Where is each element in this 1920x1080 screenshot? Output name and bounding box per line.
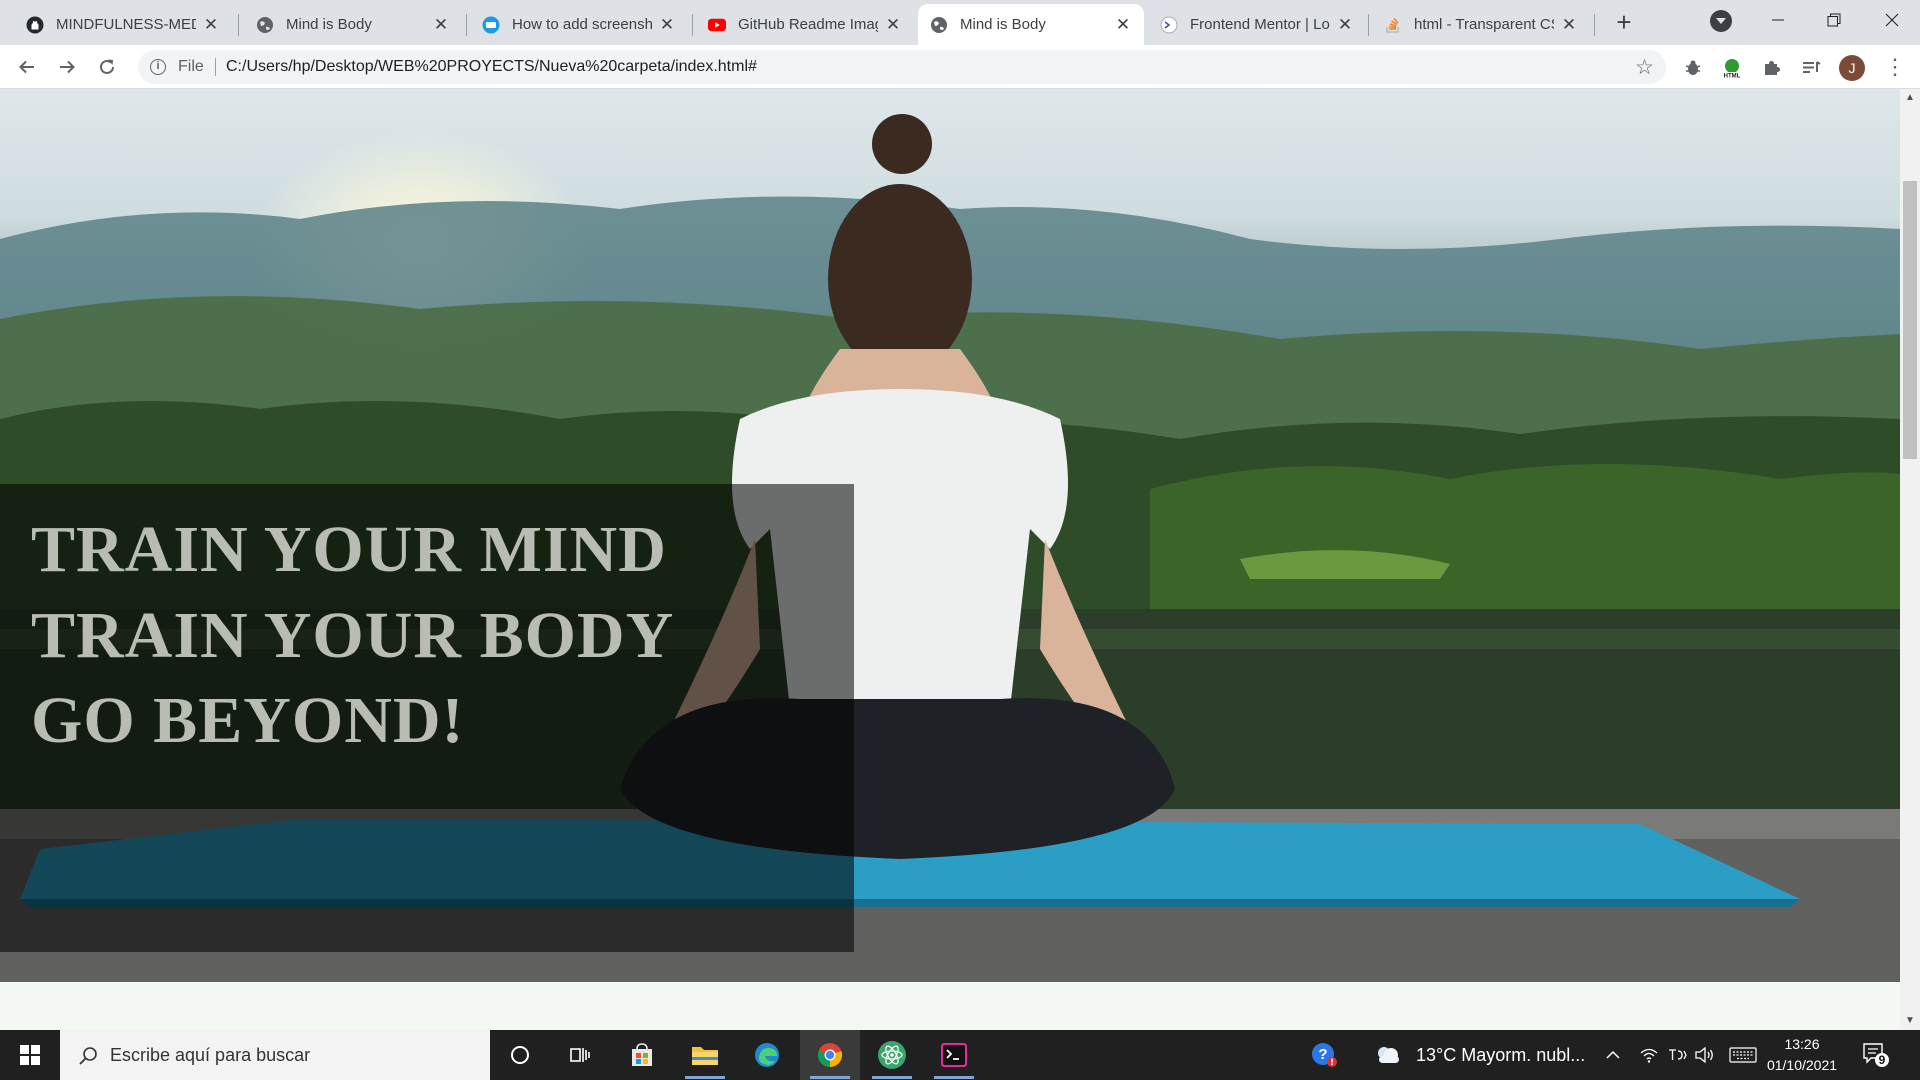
search-icon	[79, 1047, 97, 1065]
extensions-puzzle-icon[interactable]	[1761, 57, 1783, 79]
tab-title: How to add screenshot	[512, 16, 652, 33]
youtube-icon	[708, 16, 726, 34]
tab-divider	[692, 14, 693, 36]
reload-icon[interactable]	[92, 52, 122, 82]
close-icon[interactable]: ✕	[1336, 15, 1354, 35]
weather-text[interactable]: 13°C Mayorm. nubl...	[1416, 1045, 1585, 1066]
tab-title: Mind is Body	[286, 16, 372, 33]
close-icon[interactable]: ✕	[1560, 15, 1578, 35]
github-icon	[26, 16, 44, 34]
slogan-overlay: TRAIN YOUR MIND TRAIN YOUR BODY GO BEYON…	[0, 484, 854, 952]
globe-icon	[930, 16, 948, 34]
help-icon[interactable]: ?	[1302, 1030, 1346, 1080]
tab-title: html - Transparent CSS	[1414, 16, 1554, 33]
restore-icon[interactable]	[1806, 0, 1862, 40]
hero-image: TRAIN YOUR MIND TRAIN YOUR BODY GO BEYON…	[0, 89, 1900, 982]
wifi-icon[interactable]	[1636, 1030, 1662, 1080]
tutorial-site-icon	[482, 16, 500, 34]
tab-divider	[1368, 14, 1369, 36]
edge-browser-icon[interactable]	[737, 1030, 797, 1080]
tab-search-icon[interactable]	[1710, 10, 1732, 32]
tab-mind-is-body[interactable]: Mind is Body ✕	[244, 4, 462, 45]
windows-taskbar: Escribe aquí para buscar ? 13°C Mayorm. …	[0, 1030, 1920, 1080]
svg-text:HTML: HTML	[1724, 74, 1741, 80]
stackoverflow-icon	[1384, 16, 1402, 34]
page-scrollbar[interactable]: ▲ ▼	[1900, 89, 1920, 1030]
touch-keyboard-icon[interactable]	[1726, 1030, 1760, 1080]
tab-title: Mind is Body	[960, 16, 1046, 33]
tab-strip: MINDFULNESS-MEDITATION ✕ Mind is Body ✕ …	[0, 0, 1920, 45]
tab-title: MINDFULNESS-MEDITATION	[56, 16, 196, 33]
close-icon[interactable]: ✕	[202, 15, 220, 35]
scheme-divider	[215, 58, 216, 76]
svg-text:?: ?	[1318, 1046, 1327, 1063]
frontend-mentor-icon	[1160, 16, 1178, 34]
address-bar[interactable]: i File C:/Users/hp/Desktop/WEB%20PROYECT…	[138, 50, 1666, 84]
close-icon[interactable]: ✕	[884, 15, 902, 35]
tab-github[interactable]: MINDFULNESS-MEDITATION ✕	[14, 4, 232, 45]
scheme-label: File	[178, 58, 204, 75]
close-window-icon[interactable]	[1864, 0, 1920, 40]
reading-list-icon[interactable]	[1800, 57, 1822, 79]
slogan-line-3: GO BEYOND!	[31, 684, 465, 757]
cloudy-weather-icon[interactable]	[1366, 1030, 1410, 1080]
windows-start-icon[interactable]	[0, 1030, 60, 1080]
clock-time: 13:26	[1784, 1036, 1820, 1052]
tab-github-readme-images[interactable]: GitHub Readme Images ✕	[696, 4, 914, 45]
slogan-line-2: TRAIN YOUR BODY	[31, 599, 675, 672]
globe-icon	[256, 16, 274, 34]
search-placeholder: Escribe aquí para buscar	[110, 1045, 311, 1065]
system-clock[interactable]: 13:26 01/10/2021	[1762, 1034, 1842, 1076]
profile-avatar[interactable]: J	[1839, 55, 1865, 81]
atom-editor-icon[interactable]	[862, 1030, 922, 1080]
tab-how-to-add-screenshot[interactable]: How to add screenshot ✕	[470, 4, 688, 45]
file-explorer-icon[interactable]	[675, 1030, 735, 1080]
html-validator-extension-icon[interactable]: HTML	[1721, 57, 1743, 79]
tab-divider	[466, 14, 467, 36]
tab-mind-is-body-active[interactable]: Mind is Body ✕	[918, 4, 1144, 45]
cortana-icon[interactable]	[490, 1030, 550, 1080]
taskbar-search-box[interactable]: Escribe aquí para buscar	[60, 1030, 490, 1080]
tab-divider	[1594, 14, 1595, 36]
notification-count: 9	[1878, 1053, 1886, 1067]
tab-divider	[238, 14, 239, 36]
terminal-icon[interactable]	[924, 1030, 984, 1080]
minimize-icon[interactable]	[1750, 0, 1806, 40]
bookmark-star-icon[interactable]: ☆	[1635, 55, 1654, 80]
scroll-down-arrow-icon[interactable]: ▼	[1900, 1012, 1920, 1030]
clock-date: 01/10/2021	[1766, 1057, 1838, 1073]
browser-menu-icon[interactable]: ⋮	[1884, 55, 1906, 81]
volume-icon[interactable]	[1692, 1030, 1718, 1080]
url-text[interactable]: C:/Users/hp/Desktop/WEB%20PROYECTS/Nueva…	[226, 58, 757, 76]
browser-toolbar: i File C:/Users/hp/Desktop/WEB%20PROYECT…	[0, 45, 1920, 89]
show-hidden-icons-chevron-icon[interactable]	[1600, 1030, 1626, 1080]
bug-extension-icon[interactable]	[1682, 57, 1704, 79]
tab-title: GitHub Readme Images	[738, 16, 878, 33]
site-info-icon[interactable]: i	[150, 59, 166, 75]
tab-title: Frontend Mentor | Login	[1190, 16, 1330, 33]
close-icon[interactable]: ✕	[1114, 15, 1132, 35]
notification-center-icon[interactable]: 9	[1862, 1042, 1890, 1068]
slogan-line-1: TRAIN YOUR MIND	[31, 513, 667, 586]
scroll-thumb[interactable]	[1903, 181, 1917, 459]
close-icon[interactable]: ✕	[432, 15, 450, 35]
tab-transparent-css[interactable]: html - Transparent CSS ✕	[1372, 4, 1590, 45]
close-icon[interactable]: ✕	[658, 15, 676, 35]
input-method-icon[interactable]	[1664, 1030, 1690, 1080]
back-arrow-icon[interactable]	[12, 52, 42, 82]
chrome-browser-icon[interactable]	[800, 1030, 860, 1080]
tab-frontend-mentor[interactable]: Frontend Mentor | Login ✕	[1148, 4, 1366, 45]
microsoft-store-icon[interactable]	[612, 1030, 672, 1080]
scroll-up-arrow-icon[interactable]: ▲	[1900, 89, 1920, 107]
new-tab-button[interactable]: +	[1610, 9, 1638, 37]
page-viewport: TRAIN YOUR MIND TRAIN YOUR BODY GO BEYON…	[0, 89, 1900, 1030]
task-view-icon[interactable]	[550, 1030, 610, 1080]
forward-arrow-icon[interactable]	[52, 52, 82, 82]
